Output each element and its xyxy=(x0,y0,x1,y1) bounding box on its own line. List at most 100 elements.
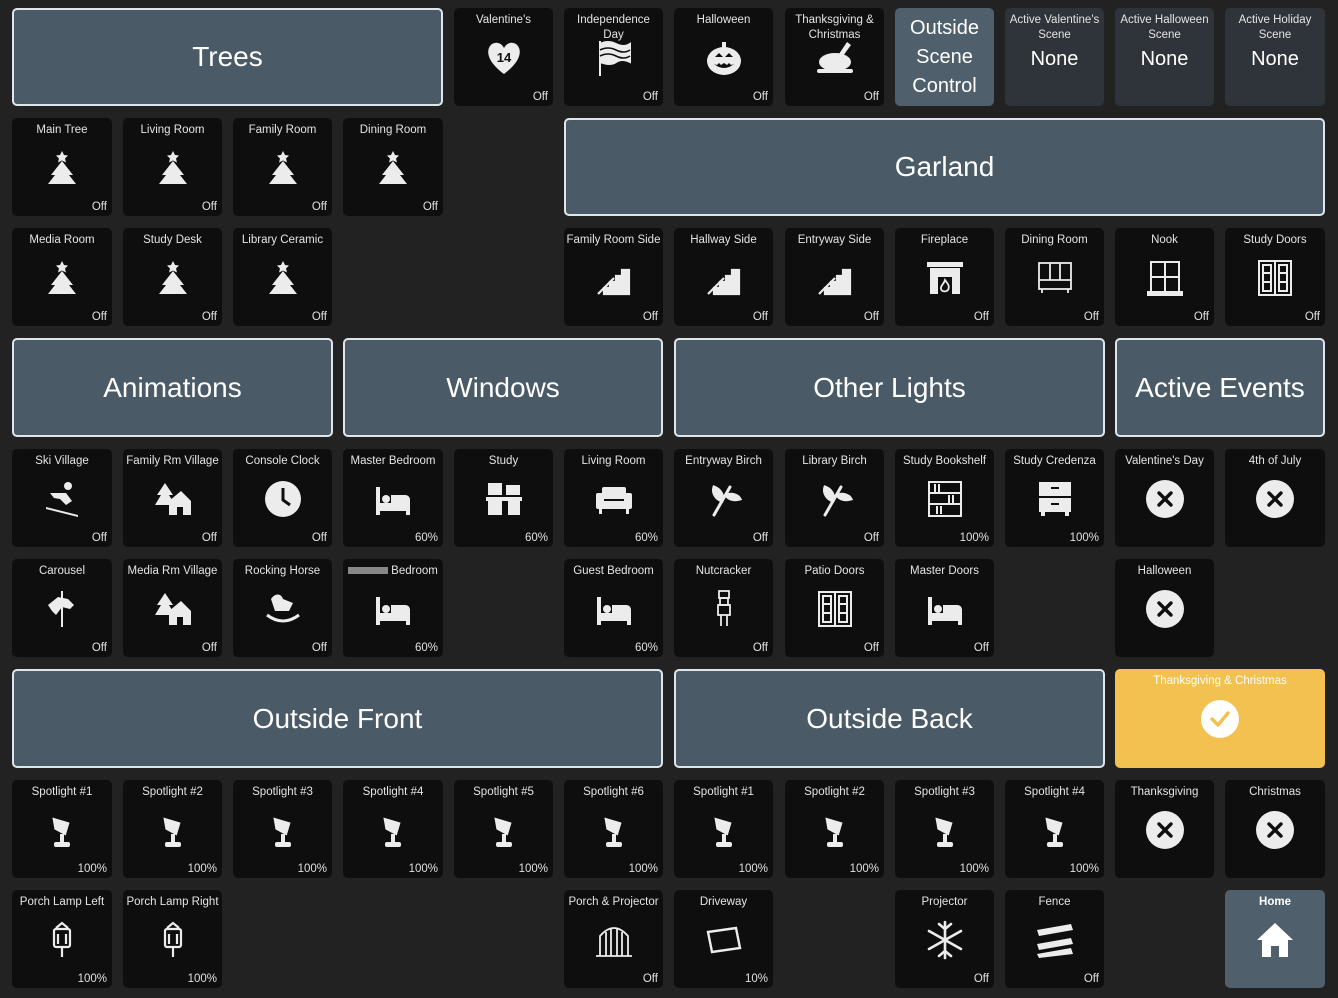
event-tile-christmas[interactable]: Christmas xyxy=(1225,780,1325,878)
holiday-tile-valentines[interactable]: Valentine's Off xyxy=(454,8,553,106)
garland-header[interactable]: Garland xyxy=(564,118,1325,216)
home-button[interactable]: Home xyxy=(1225,890,1325,988)
event-tile-valentines-day[interactable]: Valentine's Day xyxy=(1115,449,1214,547)
garland-tile-family-room-side[interactable]: Family Room Side Off xyxy=(564,228,663,326)
light-tile-nutcracker[interactable]: Nutcracker Off xyxy=(674,559,773,657)
tile-state: Off xyxy=(201,311,217,323)
tile-label: Study Doors xyxy=(1243,234,1307,246)
other-lights-header[interactable]: Other Lights xyxy=(674,338,1105,437)
tile-label: Dining Room xyxy=(1021,234,1088,246)
light-tile-entryway-birch[interactable]: Entryway Birch Off xyxy=(674,449,773,547)
trees-header[interactable]: Trees xyxy=(12,8,443,106)
close-circle-icon xyxy=(1144,478,1185,519)
outside-scene-control-button[interactable]: Outside Scene Control xyxy=(895,8,994,106)
tile-state: 100% xyxy=(1069,863,1099,875)
heart-14-icon xyxy=(484,38,524,78)
front-tile-porch-lamp-left[interactable]: Porch Lamp Left 100% xyxy=(12,890,112,988)
window-tile-guest-bedroom[interactable]: Guest Bedroom 60% xyxy=(564,559,663,657)
outside-back-header[interactable]: Outside Back xyxy=(674,669,1105,768)
garland-tile-fireplace[interactable]: Fireplace Off xyxy=(895,228,994,326)
back-tile-spotlight-2[interactable]: Spotlight #2 100% xyxy=(785,780,884,878)
active-events-header-label: Active Events xyxy=(1135,371,1305,403)
garland-tile-study-doors[interactable]: Study Doors Off xyxy=(1225,228,1325,326)
window-tile-study[interactable]: Study 60% xyxy=(454,449,553,547)
animations-header[interactable]: Animations xyxy=(12,338,333,437)
close-circle-icon xyxy=(1144,809,1185,850)
tree-tile-library-ceramic[interactable]: Library Ceramic Off xyxy=(233,228,332,326)
holiday-tile-halloween[interactable]: Halloween Off xyxy=(674,8,773,106)
tree-tile-family-room[interactable]: Family Room Off xyxy=(233,118,332,216)
light-tile-study-bookshelf[interactable]: Study Bookshelf 100% xyxy=(895,449,994,547)
bed-icon xyxy=(925,589,965,629)
rocking-horse-icon xyxy=(263,589,303,629)
holiday-tile-thanksgiving-christmas[interactable]: Thanksgiving & Christmas Off xyxy=(785,8,884,106)
back-tile-driveway[interactable]: Driveway 10% xyxy=(674,890,773,988)
tile-label-wrap: Bedroom xyxy=(345,564,441,579)
garland-tile-entryway-side[interactable]: Entryway Side Off xyxy=(785,228,884,326)
front-tile-spotlight-6[interactable]: Spotlight #6 100% xyxy=(564,780,663,878)
tile-state: 60% xyxy=(634,642,658,654)
front-tile-porch-projector[interactable]: Porch & Projector Off xyxy=(564,890,663,988)
animation-tile-console-clock[interactable]: Console Clock Off xyxy=(233,449,332,547)
back-tile-spotlight-4[interactable]: Spotlight #4 100% xyxy=(1005,780,1104,878)
garland-tile-dining-room[interactable]: Dining Room Off xyxy=(1005,228,1104,326)
animation-tile-rocking-horse[interactable]: Rocking Horse Off xyxy=(233,559,332,657)
back-tile-projector[interactable]: Projector Off xyxy=(895,890,994,988)
event-tile-thanksgiving[interactable]: Thanksgiving xyxy=(1115,780,1214,878)
animation-tile-media-rm-village[interactable]: Media Rm Village Off xyxy=(123,559,222,657)
front-tile-porch-lamp-right[interactable]: Porch Lamp Right 100% xyxy=(123,890,222,988)
tile-state: Off xyxy=(863,642,879,654)
animation-tile-carousel[interactable]: Carousel Off xyxy=(12,559,112,657)
back-tile-spotlight-3[interactable]: Spotlight #3 100% xyxy=(895,780,994,878)
windows-header[interactable]: Windows xyxy=(343,338,663,437)
tree-tile-media-room[interactable]: Media Room Off xyxy=(12,228,112,326)
holiday-tile-independence-day[interactable]: Independence Day Off xyxy=(564,8,663,106)
light-tile-patio-doors[interactable]: Patio Doors Off xyxy=(785,559,884,657)
garland-tile-hallway-side[interactable]: Hallway Side Off xyxy=(674,228,773,326)
tile-label: Ski Village xyxy=(35,455,89,467)
tile-label: Fireplace xyxy=(920,234,969,246)
light-tile-library-birch[interactable]: Library Birch Off xyxy=(785,449,884,547)
tile-state: Off xyxy=(91,532,107,544)
front-tile-spotlight-3[interactable]: Spotlight #3 100% xyxy=(233,780,332,878)
tree-icon xyxy=(373,148,413,188)
tile-label: Library Ceramic xyxy=(241,234,324,246)
event-tile-4th-of-july[interactable]: 4th of July xyxy=(1225,449,1325,547)
light-tile-master-doors[interactable]: Master Doors Off xyxy=(895,559,994,657)
back-tile-fence[interactable]: Fence Off xyxy=(1005,890,1104,988)
sofa-icon xyxy=(594,479,634,519)
animations-header-label: Animations xyxy=(103,371,242,403)
tree-tile-main-tree[interactable]: Main Tree Off xyxy=(12,118,112,216)
window-tile-bedroom[interactable]: Bedroom 60% xyxy=(343,559,443,657)
front-tile-spotlight-1[interactable]: Spotlight #1 100% xyxy=(12,780,112,878)
active-events-header[interactable]: Active Events xyxy=(1115,338,1325,437)
tile-label: Spotlight #1 xyxy=(693,786,754,798)
tile-label: Christmas xyxy=(1249,786,1301,798)
clock-icon xyxy=(263,479,303,519)
tile-state: 10% xyxy=(744,973,768,985)
window-tile-living-room[interactable]: Living Room 60% xyxy=(564,449,663,547)
outside-front-header[interactable]: Outside Front xyxy=(12,669,663,768)
tile-state: 100% xyxy=(187,973,217,985)
tree-tile-living-room[interactable]: Living Room Off xyxy=(123,118,222,216)
tile-state: Off xyxy=(973,311,989,323)
event-tile-halloween[interactable]: Halloween xyxy=(1115,559,1214,657)
animation-tile-family-rm-village[interactable]: Family Rm Village Off xyxy=(123,449,222,547)
event-tile-thanksgiving-christmas[interactable]: Thanksgiving & Christmas xyxy=(1115,669,1325,768)
tree-tile-study-desk[interactable]: Study Desk Off xyxy=(123,228,222,326)
redacted-text xyxy=(348,567,389,575)
front-tile-spotlight-4[interactable]: Spotlight #4 100% xyxy=(343,780,443,878)
spotlight-icon xyxy=(1035,810,1075,850)
tree-tile-dining-room[interactable]: Dining Room Off xyxy=(343,118,443,216)
front-tile-spotlight-5[interactable]: Spotlight #5 100% xyxy=(454,780,553,878)
tile-state: Off xyxy=(973,642,989,654)
carousel-icon xyxy=(42,589,82,629)
light-tile-study-credenza[interactable]: Study Credenza 100% xyxy=(1005,449,1104,547)
animation-tile-ski-village[interactable]: Ski Village Off xyxy=(12,449,112,547)
garland-tile-nook[interactable]: Nook Off xyxy=(1115,228,1214,326)
projector-screen-icon xyxy=(704,920,744,960)
window-tile-master-bedroom[interactable]: Master Bedroom 60% xyxy=(343,449,443,547)
front-tile-spotlight-2[interactable]: Spotlight #2 100% xyxy=(123,780,222,878)
tile-label: Porch Lamp Left xyxy=(19,896,105,908)
back-tile-spotlight-1[interactable]: Spotlight #1 100% xyxy=(674,780,773,878)
